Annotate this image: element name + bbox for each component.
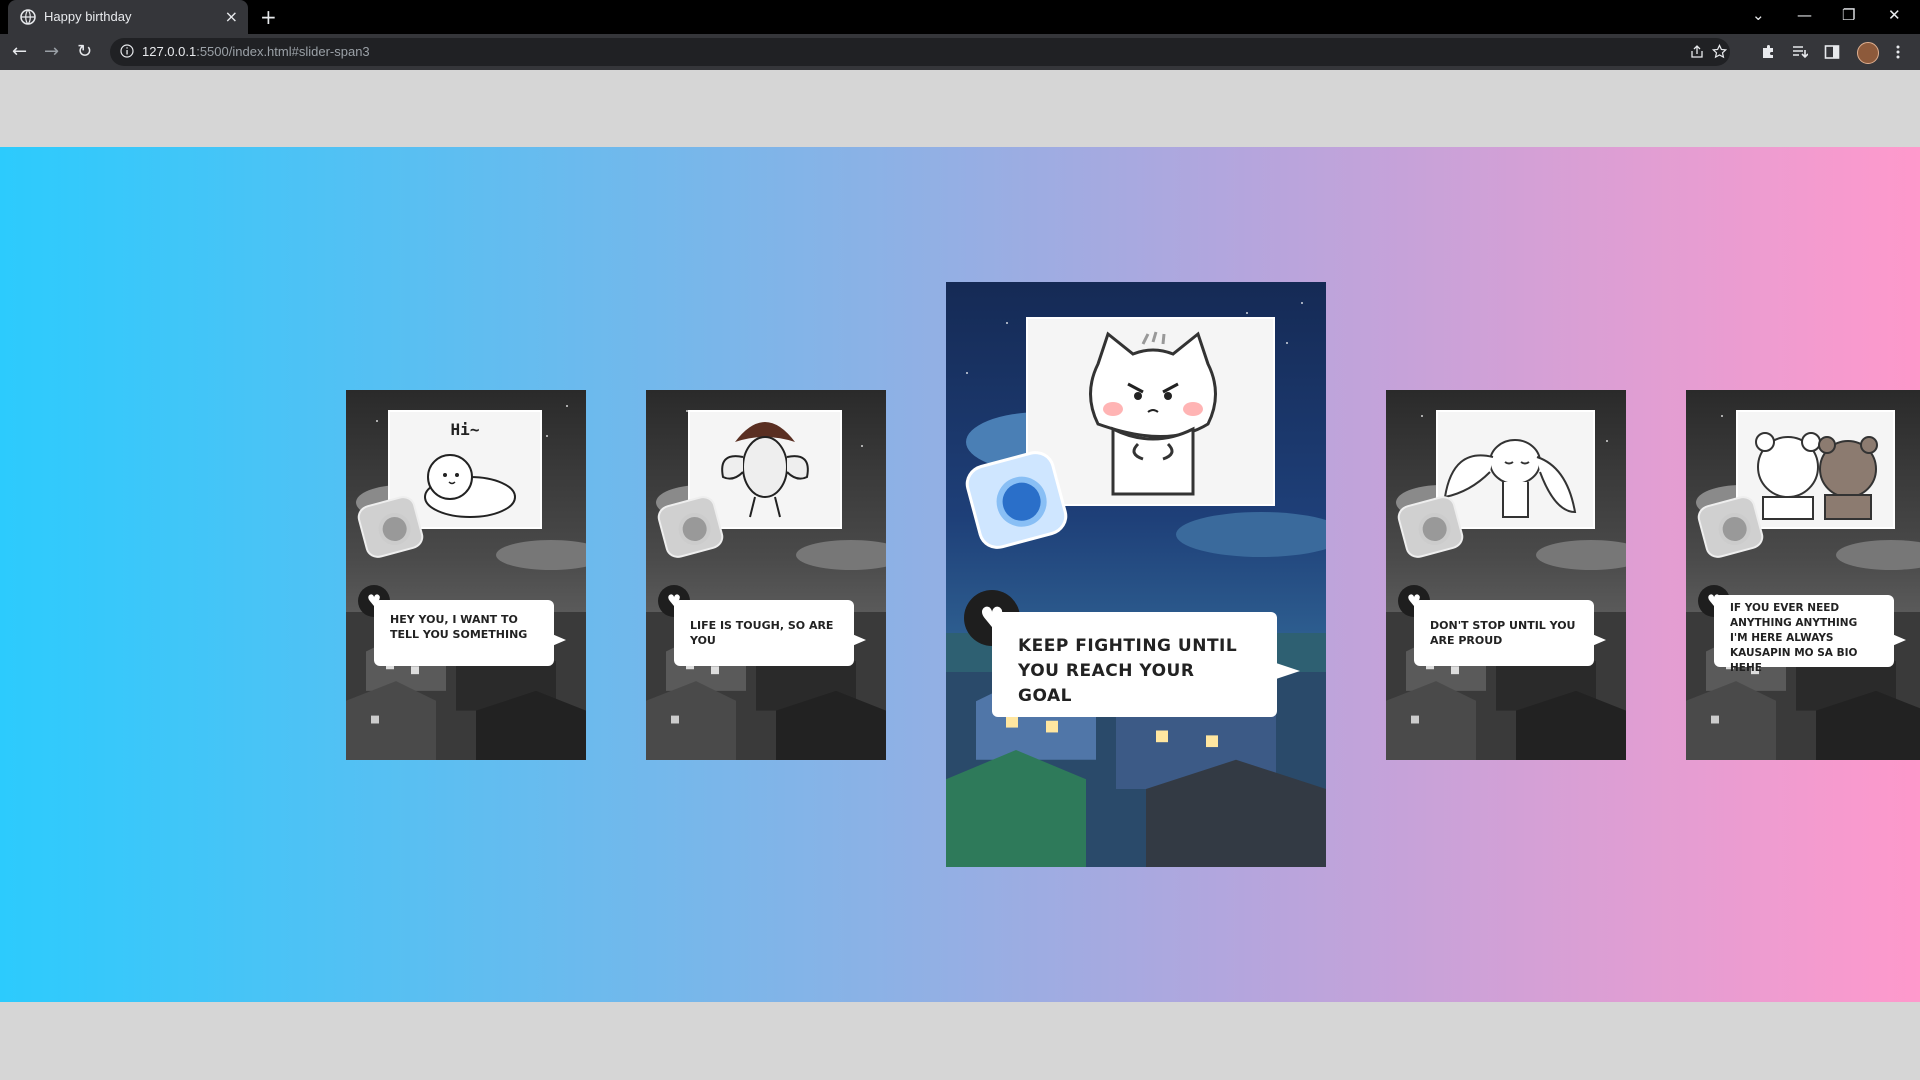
cat-character-illustration (1089, 331, 1217, 496)
browser-toolbar: ← → ↻ 127.0.0.1:5500/index.html#slider-s… (0, 34, 1920, 70)
seal-character-illustration (424, 454, 516, 518)
message-bubble: HEY YOU, I WANT TO TELL YOU SOMETHING (374, 600, 554, 666)
back-button[interactable]: ← (12, 41, 27, 62)
slider: Hi~ ♥ HEY YOU, I WANT TO TELL YOU SOMETH… (0, 147, 1920, 1002)
bunny-character-illustration (1443, 439, 1577, 518)
avatar[interactable] (1857, 42, 1879, 64)
info-icon[interactable] (120, 44, 134, 58)
url-text[interactable]: 127.0.0.1:5500/index.html#slider-span3 (142, 44, 370, 59)
bears-character-illustration (1755, 432, 1878, 520)
close-tab-icon[interactable]: × (225, 7, 238, 26)
tab-search-icon[interactable]: ⌄ (1752, 6, 1765, 24)
close-window-button[interactable]: ✕ (1888, 6, 1901, 24)
sticker-photo-bunny (1436, 410, 1595, 529)
slide-card-5[interactable]: ♥ IF YOU EVER NEED ANYTHING ANYTHING I'M… (1686, 390, 1920, 760)
extensions-icon[interactable] (1760, 44, 1776, 60)
slide-card-4[interactable]: ♥ DON'T STOP UNTIL YOU ARE PROUD (1386, 390, 1626, 760)
sticker-photo-cat (1026, 317, 1275, 506)
menu-icon[interactable] (1890, 44, 1906, 60)
tab-happy-birthday[interactable]: Happy birthday × (8, 0, 248, 34)
forward-button[interactable]: → (44, 41, 59, 62)
slide-card-2[interactable]: ♥ LIFE IS TOUGH, SO ARE YOU (646, 390, 886, 760)
reload-button[interactable]: ↻ (77, 41, 92, 62)
slide-card-1[interactable]: Hi~ ♥ HEY YOU, I WANT TO TELL YOU SOMETH… (346, 390, 586, 760)
star-icon[interactable] (1712, 44, 1727, 59)
message-bubble: KEEP FIGHTING UNTIL YOU REACH YOUR GOAL (992, 612, 1277, 717)
reading-list-icon[interactable] (1792, 44, 1808, 60)
globe-icon (20, 9, 36, 25)
message-bubble: DON'T STOP UNTIL YOU ARE PROUD (1414, 600, 1594, 666)
message-bubble: IF YOU EVER NEED ANYTHING ANYTHING I'M H… (1714, 595, 1894, 674)
restore-button[interactable]: ❐ (1842, 6, 1855, 24)
muscle-seal-character-illustration (721, 422, 809, 518)
tab-title: Happy birthday (44, 9, 132, 24)
message-bubble: LIFE IS TOUGH, SO ARE YOU (674, 600, 854, 666)
minimize-button[interactable]: — (1797, 6, 1812, 24)
side-panel-icon[interactable] (1824, 44, 1840, 60)
slide-card-3-active[interactable]: ♥ KEEP FIGHTING UNTIL YOU REACH YOUR GOA… (946, 282, 1326, 867)
address-bar[interactable]: 127.0.0.1:5500/index.html#slider-span3 (110, 38, 1730, 66)
share-icon[interactable] (1690, 45, 1704, 59)
page-body: Hi~ ♥ HEY YOU, I WANT TO TELL YOU SOMETH… (0, 70, 1920, 1080)
sticker-photo-bears (1736, 410, 1895, 529)
photo-caption: Hi~ (450, 420, 480, 439)
new-tab-button[interactable]: + (260, 5, 277, 29)
tab-strip: Happy birthday × + ⌄ — ❐ ✕ (0, 0, 1920, 34)
